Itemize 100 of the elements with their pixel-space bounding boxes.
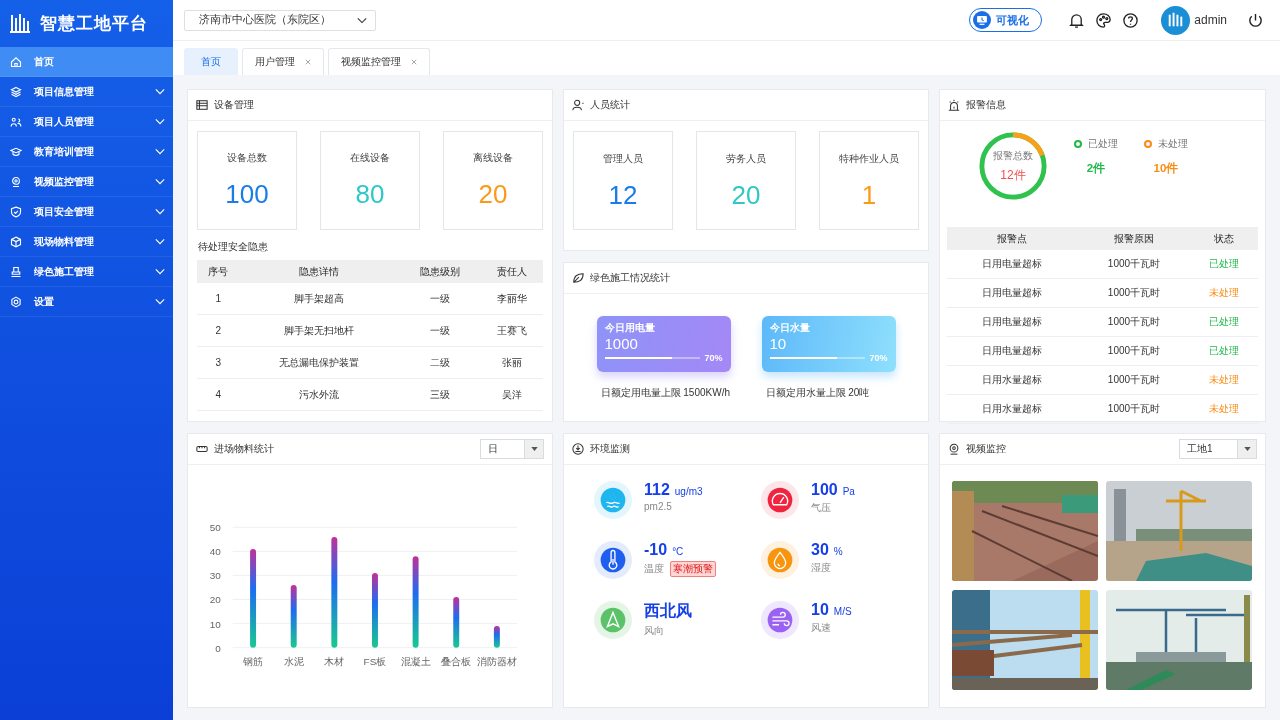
- table-cell: 日用电量超标: [947, 278, 1078, 308]
- stat-value: 20: [478, 179, 508, 210]
- reading-unit: M/S: [833, 606, 852, 617]
- stat-value: 1: [861, 180, 877, 211]
- table-cell: 脚手架无扫地杆: [239, 314, 400, 347]
- table-cell: 一级: [399, 283, 481, 315]
- panel-title: 绿色施工情况统计: [590, 271, 670, 285]
- axis-tick-label: 20: [209, 594, 221, 606]
- legend-label: 未处理: [1158, 136, 1188, 151]
- status-cell: 已处理: [1190, 250, 1258, 279]
- column-header: 报警点: [947, 227, 1078, 250]
- avatar-icon[interactable]: [1161, 5, 1191, 35]
- home-icon: [10, 55, 22, 68]
- table-cell: 无总漏电保护装置: [239, 346, 400, 379]
- chevron-icon: [357, 16, 367, 24]
- logo-icon: [8, 11, 32, 36]
- reading-label: pm2.5: [644, 501, 672, 512]
- usage-percent: 70%: [704, 353, 723, 363]
- table-cell: 日用电量超标: [947, 307, 1078, 337]
- sidebar-item[interactable]: 首页: [0, 47, 173, 77]
- reading-unit: °C: [672, 546, 684, 557]
- table-cell: 吴洋: [480, 378, 543, 411]
- table-cell: 脚手架超高: [239, 283, 400, 315]
- axis-category-label: 消防器材: [476, 655, 517, 667]
- axis-category-label: 叠合板: [441, 655, 472, 667]
- palette-icon[interactable]: [1095, 11, 1113, 29]
- axis-tick-label: 50: [209, 522, 221, 534]
- power-icon[interactable]: [1247, 11, 1264, 29]
- bell-icon[interactable]: [1068, 11, 1086, 29]
- alarm-total-label: 报警总数: [993, 148, 1033, 163]
- table-cell: 1000千瓦时: [1077, 307, 1191, 337]
- table-cell: 李丽华: [480, 283, 543, 315]
- table-cell: 1000千瓦时: [1077, 365, 1191, 395]
- table-cell: 日用电量超标: [947, 250, 1078, 279]
- stat-label: 设备总数: [227, 151, 267, 165]
- table-cell: 1000千瓦时: [1077, 394, 1191, 424]
- alarm-ring-drawing: [978, 131, 1048, 201]
- usage-limit: 日额定用水量上限 20吨: [764, 386, 871, 400]
- drop-icon: [761, 541, 799, 579]
- table-cell: 4: [197, 378, 240, 411]
- column-header: 报警原因: [1077, 227, 1191, 250]
- platform-title: 智慧工地平台: [40, 13, 148, 35]
- alarm-total: 12件: [1000, 166, 1026, 184]
- grid-list-icon: [196, 99, 208, 111]
- ruler-icon: [196, 443, 208, 455]
- bar: [453, 597, 460, 648]
- page-tab[interactable]: 首页: [184, 48, 238, 75]
- table-cell: 日用水量超标: [947, 365, 1078, 395]
- table-cell: 3: [197, 346, 240, 379]
- stat-label: 劳务人员: [726, 152, 766, 166]
- table-cell: 一级: [399, 314, 481, 347]
- bar: [493, 626, 500, 648]
- panel-title: 环境监测: [590, 442, 630, 456]
- column-header: 隐患级别: [399, 260, 481, 283]
- page-tab[interactable]: 用户管理: [242, 48, 324, 75]
- axis-category-label: 钢筋: [243, 655, 264, 667]
- cap-icon: [10, 145, 22, 158]
- status-cell: 已处理: [1190, 307, 1258, 337]
- column-header: 状态: [1190, 227, 1258, 250]
- usage-percent: 70%: [869, 353, 888, 363]
- period-select[interactable]: 日: [480, 439, 544, 459]
- site-select[interactable]: 工地1: [1179, 439, 1257, 459]
- visualize-button[interactable]: 可视化: [969, 8, 1043, 32]
- help-icon[interactable]: [1122, 11, 1140, 29]
- wind-icon: [761, 601, 799, 639]
- project-select[interactable]: 济南市中心医院（东院区）: [184, 9, 376, 31]
- table-cell: 1: [197, 283, 240, 315]
- monitor-icon: [973, 11, 992, 29]
- stat-label: 离线设备: [473, 151, 513, 165]
- bar: [290, 585, 297, 648]
- shield-icon: [10, 205, 22, 218]
- stamp-icon: [10, 265, 22, 278]
- reading-unit: %: [833, 546, 843, 557]
- caret-icon: [1243, 447, 1251, 451]
- stat-label: 管理人员: [603, 152, 643, 166]
- reading-value: -10: [644, 541, 668, 559]
- thermometer-icon: [594, 541, 632, 579]
- reading-value: 100: [811, 481, 838, 499]
- panel-title: 人员统计: [590, 98, 630, 112]
- stat-label: 特种作业人员: [839, 152, 899, 166]
- gear-icon: [10, 295, 22, 308]
- stat-value: 20: [731, 180, 761, 211]
- usage-value: 10: [769, 335, 788, 352]
- gauge-icon: [761, 481, 799, 519]
- reading-label: 风向: [644, 624, 664, 638]
- table-cell: 日用电量超标: [947, 336, 1078, 366]
- status-cell: 未处理: [1190, 365, 1258, 395]
- page-tab[interactable]: 视频监控管理: [328, 48, 430, 75]
- stat-label: 在线设备: [350, 151, 390, 165]
- username: admin: [1194, 13, 1227, 27]
- camera-icon: [10, 175, 22, 188]
- column-header: 序号: [197, 260, 240, 283]
- table-cell: 王赛飞: [480, 314, 543, 347]
- table-cell: 日用水量超标: [947, 394, 1078, 424]
- leaf-icon: [572, 272, 584, 284]
- axis-category-label: 混凝土: [400, 655, 431, 667]
- reading-value: 西北风: [644, 601, 692, 621]
- table-cell: 污水外流: [239, 378, 400, 411]
- column-header: 责任人: [480, 260, 543, 283]
- reading-label: 气压: [811, 501, 831, 515]
